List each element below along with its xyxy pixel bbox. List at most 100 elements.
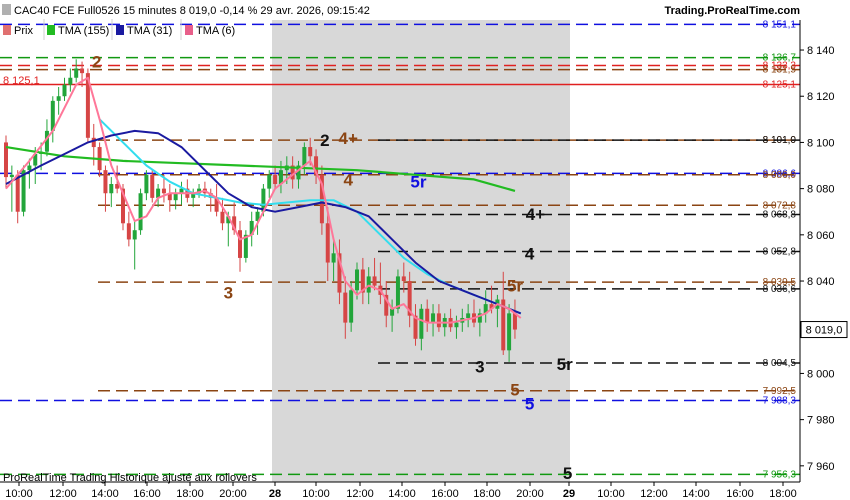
candle bbox=[401, 276, 406, 282]
y-tick-label: 8 080 bbox=[807, 184, 835, 196]
candle bbox=[62, 84, 67, 97]
candle bbox=[436, 313, 441, 328]
legend-tma155-icon bbox=[47, 25, 55, 35]
wave-label: 4 bbox=[343, 170, 353, 189]
y-tick-label: 8 120 bbox=[807, 91, 835, 103]
legend-tma6-icon bbox=[185, 25, 193, 35]
level-label: 8 131,5 bbox=[763, 65, 797, 76]
candle bbox=[395, 276, 400, 309]
candle bbox=[366, 276, 371, 293]
wave-label: 5 bbox=[525, 394, 534, 413]
candle bbox=[9, 174, 14, 178]
y-tick-label: 8 140 bbox=[807, 45, 835, 57]
candle bbox=[74, 68, 79, 78]
price-chart[interactable]: 8 151,18 136,78 133,38 131,58 125,18 101… bbox=[0, 0, 850, 500]
legend-tma155: TMA (155) bbox=[58, 25, 109, 37]
wave-label: 5r bbox=[557, 355, 573, 374]
wave-label: 3 bbox=[475, 358, 484, 377]
candle bbox=[343, 292, 348, 323]
x-tick-label: 12:00 bbox=[346, 488, 374, 500]
footer-note: ProRealTime Trading Historique ajusté au… bbox=[3, 472, 257, 484]
candle bbox=[372, 276, 377, 286]
candle bbox=[103, 170, 108, 194]
candle bbox=[91, 137, 96, 148]
x-tick-label: 14:00 bbox=[388, 488, 416, 500]
x-tick-label: 12:00 bbox=[640, 488, 668, 500]
candle bbox=[302, 147, 307, 166]
level-label: 7 956,3 bbox=[763, 469, 797, 480]
level-label: 8 125,1 bbox=[763, 79, 797, 90]
wave-label: 2 bbox=[92, 53, 101, 72]
candle bbox=[419, 308, 424, 339]
wave-label: 4+ bbox=[339, 129, 358, 148]
level-label: 8 004,5 bbox=[763, 358, 797, 369]
wave-label: 4+ bbox=[526, 205, 545, 224]
candle bbox=[273, 174, 278, 185]
candle bbox=[132, 230, 137, 240]
x-tick-label: 10:00 bbox=[5, 488, 33, 500]
candle bbox=[238, 230, 242, 258]
level-label: 8 086,0 bbox=[763, 170, 797, 181]
wave-label: 5 bbox=[510, 381, 519, 400]
x-tick-label: 18:00 bbox=[473, 488, 501, 500]
y-tick-label: 8 000 bbox=[807, 368, 835, 380]
candle bbox=[144, 174, 149, 194]
candle bbox=[109, 184, 114, 194]
candle bbox=[80, 68, 85, 74]
y-tick-label: 7 980 bbox=[807, 415, 835, 427]
legend-prix-icon bbox=[3, 25, 11, 35]
y-tick-label: 8 040 bbox=[807, 276, 835, 288]
legend-tma31-icon bbox=[116, 25, 124, 35]
candle bbox=[331, 253, 336, 263]
x-tick-label: 16:00 bbox=[431, 488, 459, 500]
x-tick-label: 10:00 bbox=[597, 488, 625, 500]
level-label: 8 101,0 bbox=[763, 135, 797, 146]
candle bbox=[126, 223, 131, 240]
wave-label: 3 bbox=[224, 284, 233, 303]
x-tick-label: 20:00 bbox=[516, 488, 544, 500]
y-tick-label: 8 100 bbox=[807, 137, 835, 149]
x-tick-label: 20:00 bbox=[219, 488, 247, 500]
level-label: 7 988,3 bbox=[763, 395, 797, 406]
chart-title: CAC40 FCE Full0526 15 minutes 8 019,0 -0… bbox=[14, 5, 370, 17]
x-tick-label: 18:00 bbox=[176, 488, 204, 500]
wave-label: 4 bbox=[525, 244, 535, 263]
x-tick-label: 29 bbox=[563, 488, 575, 500]
candle bbox=[431, 313, 436, 323]
candle bbox=[267, 174, 272, 189]
resistance-label: 8 125,1 bbox=[3, 75, 40, 87]
x-tick-label: 10:00 bbox=[302, 488, 330, 500]
candle bbox=[308, 147, 313, 157]
candle bbox=[512, 313, 517, 330]
wave-label: 5 bbox=[563, 464, 572, 483]
candle bbox=[56, 96, 61, 101]
symbol-icon bbox=[2, 4, 11, 15]
x-tick-label: 16:00 bbox=[726, 488, 754, 500]
candle bbox=[325, 223, 330, 263]
level-label: 8 151,1 bbox=[763, 19, 797, 30]
level-label: 8 068,8 bbox=[763, 210, 797, 221]
legend-tma6: TMA (6) bbox=[196, 25, 235, 37]
x-tick-label: 18:00 bbox=[769, 488, 797, 500]
wave-label: 2 bbox=[320, 131, 329, 150]
candle bbox=[349, 290, 354, 323]
candle bbox=[15, 174, 20, 212]
candle bbox=[68, 77, 73, 85]
candle bbox=[454, 322, 459, 328]
wave-label: 5r bbox=[507, 277, 523, 296]
level-label: 8 036,6 bbox=[763, 284, 797, 295]
candle bbox=[150, 174, 155, 198]
level-label: 8 052,8 bbox=[763, 246, 797, 257]
x-tick-label: 16:00 bbox=[133, 488, 161, 500]
x-tick-label: 14:00 bbox=[682, 488, 710, 500]
candle bbox=[161, 188, 166, 194]
legend-prix: Prix bbox=[14, 25, 33, 37]
legend-tma31: TMA (31) bbox=[127, 25, 172, 37]
x-tick-label: 12:00 bbox=[49, 488, 77, 500]
x-tick-label: 28 bbox=[269, 488, 281, 500]
candle bbox=[425, 308, 430, 323]
candle bbox=[27, 165, 32, 171]
site-name: Trading.ProRealTime.com bbox=[664, 5, 800, 17]
price-tag-label: 8 019,0 bbox=[806, 325, 843, 337]
candle bbox=[466, 313, 471, 318]
